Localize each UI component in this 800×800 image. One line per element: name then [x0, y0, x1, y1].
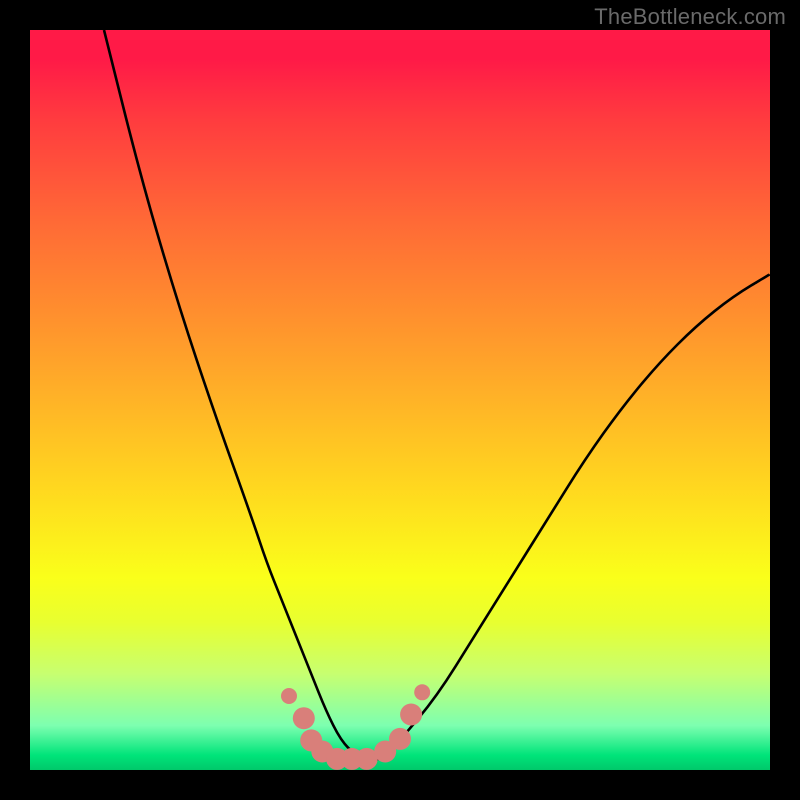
bottleneck-curve [104, 30, 770, 761]
bottom-band-markers [281, 684, 430, 770]
chart-frame: TheBottleneck.com [0, 0, 800, 800]
bottom-band-marker [293, 707, 315, 729]
bottom-band-marker [389, 728, 411, 750]
bottleneck-curve-path [104, 30, 770, 761]
watermark-text: TheBottleneck.com [594, 4, 786, 30]
bottom-band-marker [414, 684, 430, 700]
chart-overlay [30, 30, 770, 770]
chart-plot-area [30, 30, 770, 770]
bottom-band-marker [400, 704, 422, 726]
bottom-band-marker [281, 688, 297, 704]
